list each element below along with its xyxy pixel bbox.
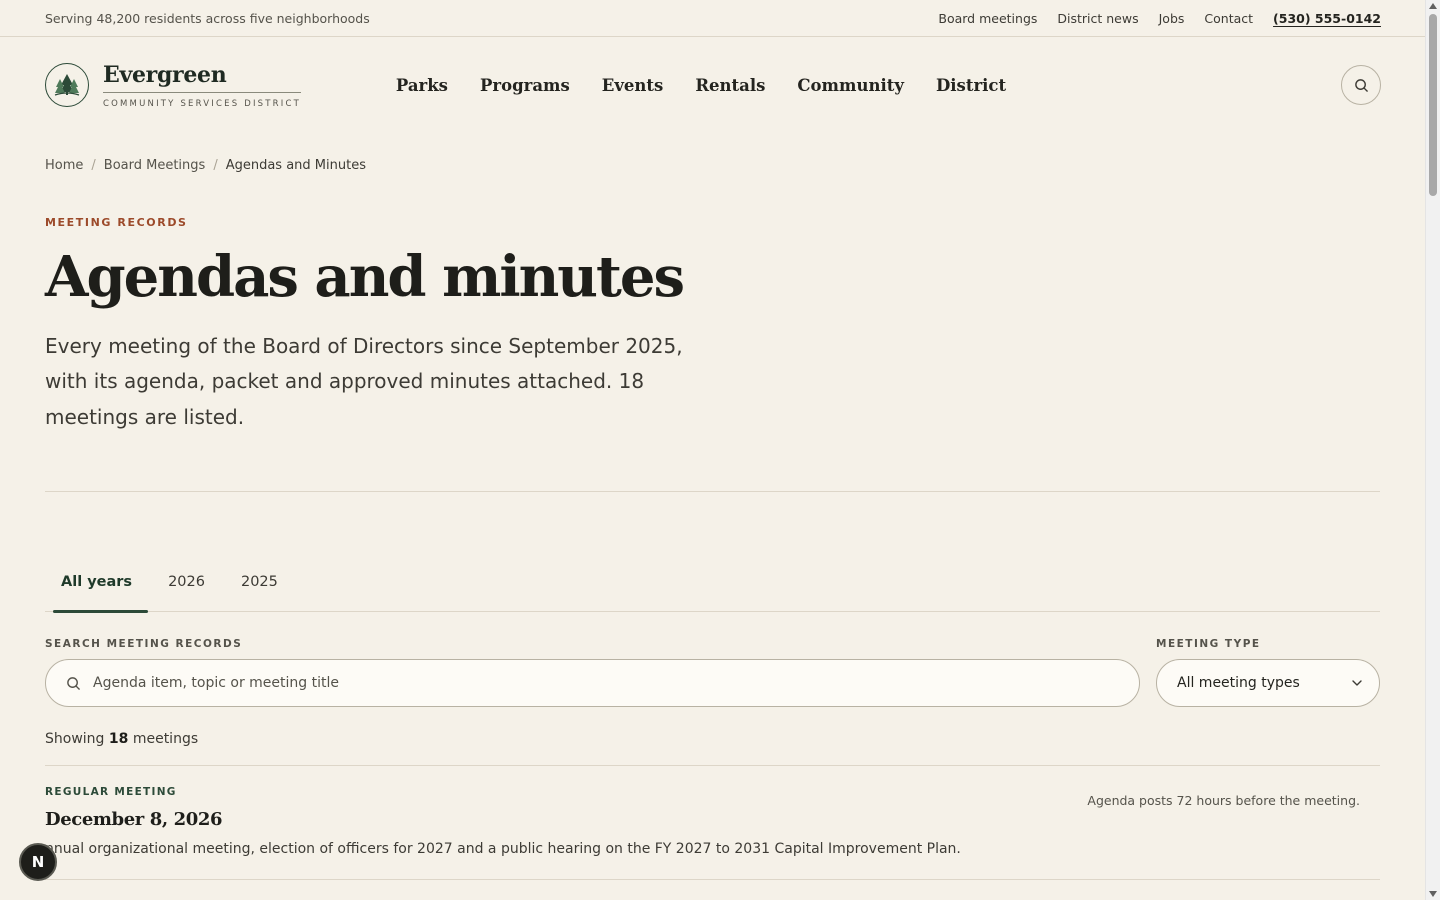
floating-avatar-button[interactable]: N xyxy=(19,843,57,881)
meeting-description: nnual organizational meeting, election o… xyxy=(45,841,961,858)
result-count-number: 18 xyxy=(108,731,129,748)
nav-rentals[interactable]: Rentals xyxy=(695,76,765,95)
main-nav: Parks Programs Events Rentals Community … xyxy=(396,76,1006,95)
breadcrumb-board-meetings[interactable]: Board Meetings xyxy=(104,158,206,173)
search-input[interactable] xyxy=(93,675,1119,692)
header-search-button[interactable] xyxy=(1341,65,1381,105)
result-count-prefix: Showing xyxy=(45,731,105,748)
utility-link-district-news[interactable]: District news xyxy=(1057,11,1138,26)
meeting-type-value: All meeting types xyxy=(1177,675,1300,692)
nav-parks[interactable]: Parks xyxy=(396,76,448,95)
hero: MEETING RECORDS Agendas and minutes Ever… xyxy=(0,216,1425,435)
nav-events[interactable]: Events xyxy=(602,76,664,95)
nav-community[interactable]: Community xyxy=(797,76,904,95)
page: Serving 48,200 residents across five nei… xyxy=(0,0,1425,900)
tab-2026[interactable]: 2026 xyxy=(152,574,221,612)
nav-district[interactable]: District xyxy=(936,76,1006,95)
utility-link-jobs[interactable]: Jobs xyxy=(1159,11,1185,26)
utility-link-board-meetings[interactable]: Board meetings xyxy=(938,11,1037,26)
nav-programs[interactable]: Programs xyxy=(480,76,570,95)
brand-logo-link[interactable]: Evergreen COMMUNITY SERVICES DISTRICT xyxy=(45,62,301,109)
meeting-type-select[interactable]: All meeting types xyxy=(1156,659,1380,708)
page-title: Agendas and minutes xyxy=(45,244,685,310)
scroll-down-arrow-icon[interactable] xyxy=(1429,891,1437,897)
utility-bar: Serving 48,200 residents across five nei… xyxy=(0,0,1425,37)
utility-links: Board meetings District news Jobs Contac… xyxy=(938,11,1381,26)
phone-link[interactable]: (530) 555-0142 xyxy=(1273,11,1381,26)
result-count: Showing 18 meetings xyxy=(45,731,1380,747)
tagline: Serving 48,200 residents across five nei… xyxy=(45,10,370,26)
brand-text: Evergreen COMMUNITY SERVICES DISTRICT xyxy=(103,62,301,109)
meeting-type-group: MEETING TYPE All meeting types xyxy=(1156,638,1380,708)
year-tabs: All years 2026 2025 xyxy=(45,574,1380,614)
scroll-thumb[interactable] xyxy=(1429,14,1437,196)
divider xyxy=(45,491,1380,493)
chevron-down-icon xyxy=(1352,680,1362,686)
eyebrow: MEETING RECORDS xyxy=(45,216,188,229)
brand-name: Evergreen xyxy=(103,62,301,93)
search-label: SEARCH MEETING RECORDS xyxy=(45,638,243,651)
meeting-item[interactable]: REGULAR MEETING December 8, 2026 nnual o… xyxy=(45,766,1380,881)
filters: SEARCH MEETING RECORDS MEETING TYPE All … xyxy=(45,638,1380,708)
search-icon xyxy=(1354,78,1368,92)
meeting-note: Agenda posts 72 hours before the meeting… xyxy=(1087,793,1360,809)
page-lede: Every meeting of the Board of Directors … xyxy=(45,333,683,429)
breadcrumb-separator: / xyxy=(91,158,96,173)
brand-subtitle: COMMUNITY SERVICES DISTRICT xyxy=(103,98,301,109)
search-icon xyxy=(67,676,80,690)
site-header: Evergreen COMMUNITY SERVICES DISTRICT Pa… xyxy=(0,37,1425,133)
search-box[interactable] xyxy=(45,659,1140,708)
vertical-scrollbar[interactable] xyxy=(1425,0,1440,900)
breadcrumb-home[interactable]: Home xyxy=(45,158,83,173)
breadcrumb-separator: / xyxy=(213,158,218,173)
scroll-up-arrow-icon[interactable] xyxy=(1429,3,1437,9)
meeting-date[interactable]: December 8, 2026 xyxy=(45,809,1380,830)
search-group: SEARCH MEETING RECORDS xyxy=(45,638,1140,708)
tree-logo-icon xyxy=(45,63,89,107)
tab-2025[interactable]: 2025 xyxy=(225,574,294,612)
tab-all-years[interactable]: All years xyxy=(45,574,149,614)
result-count-suffix: meetings xyxy=(132,731,199,748)
breadcrumb-current: Agendas and Minutes xyxy=(225,158,366,173)
meeting-type-label: MEETING TYPE xyxy=(1156,638,1261,651)
utility-link-contact[interactable]: Contact xyxy=(1204,11,1253,26)
breadcrumb: Home / Board Meetings / Agendas and Minu… xyxy=(0,133,1425,173)
